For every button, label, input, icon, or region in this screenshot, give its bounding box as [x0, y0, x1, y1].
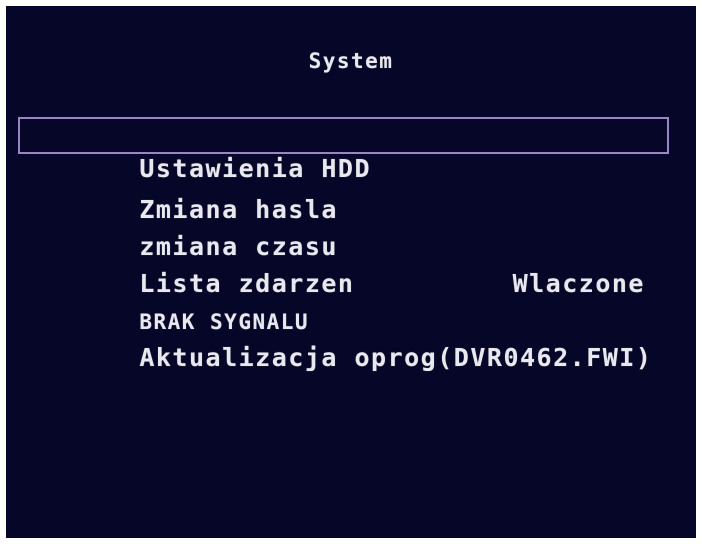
menu-item-no-signal[interactable]: BRAK SYGNALU Wlaczone	[18, 265, 669, 334]
menu-item-hdd-settings[interactable]: Ustawienia HDD	[18, 117, 669, 183]
menu-item-value: Wlaczone	[512, 269, 645, 298]
screen-title: System	[308, 49, 394, 73]
menu-item-label: Aktualizacja oprog(DVR0462.FWI)	[139, 343, 653, 372]
menu-item-change-time[interactable]: zmiana czasu	[18, 191, 669, 261]
menu-item-event-list[interactable]: Lista zdarzen	[18, 228, 669, 298]
menu-item-change-password[interactable]: Zmiana hasla	[18, 154, 669, 224]
system-menu: Ustawienia HDD Zmiana hasla zmiana czasu…	[18, 117, 669, 372]
menu-item-firmware-update[interactable]: Aktualizacja oprog(DVR0462.FWI)	[18, 302, 669, 372]
dvr-osd-screen: System Ustawienia HDD Zmiana hasla zmian…	[6, 6, 696, 538]
